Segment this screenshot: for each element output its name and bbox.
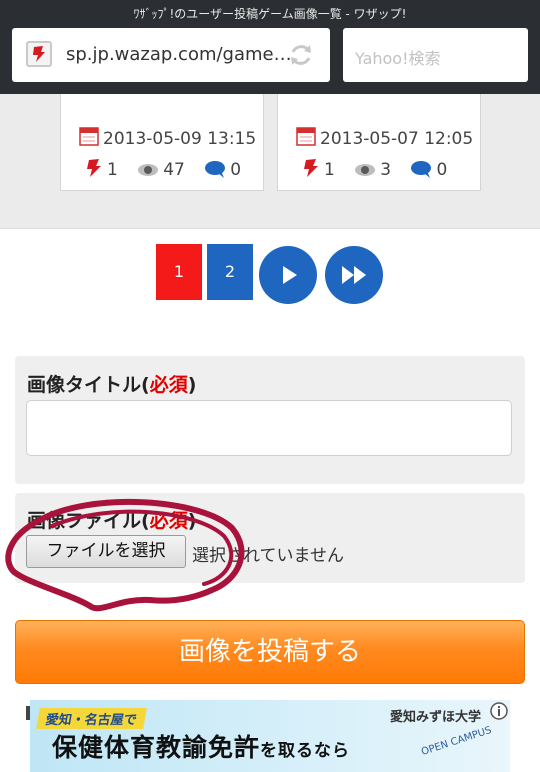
post-date: 2013-05-07 12:05 bbox=[296, 126, 473, 149]
next-page-button[interactable] bbox=[259, 246, 317, 304]
comment-icon bbox=[411, 161, 432, 178]
title-field-group: 画像タイトル(必須) bbox=[15, 356, 525, 484]
post-card[interactable]: 2013-05-07 12:05 1 3 0 bbox=[277, 94, 481, 191]
window-title: ﾜｻﾞｯﾌﾟ!のユーザー投稿ゲーム画像一覧 - ワザップ! bbox=[133, 7, 407, 21]
last-page-button[interactable] bbox=[325, 246, 383, 304]
like-icon bbox=[304, 159, 318, 177]
post-date: 2013-05-09 13:15 bbox=[79, 126, 256, 149]
post-card[interactable]: 2013-05-09 13:15 1 47 0 bbox=[60, 94, 264, 191]
likes-count: 1 bbox=[107, 160, 118, 180]
reload-icon[interactable] bbox=[286, 40, 316, 70]
address-bar[interactable]: sp.jp.wazap.com/game… bbox=[12, 28, 330, 82]
post-stats: 1 47 0 bbox=[85, 158, 255, 180]
views-count: 3 bbox=[380, 160, 392, 180]
likes-stat: 1 bbox=[302, 158, 335, 180]
url-text[interactable]: sp.jp.wazap.com/game… bbox=[66, 44, 292, 65]
comments-count: 0 bbox=[436, 160, 448, 180]
title-label: 画像タイトル(必須) bbox=[27, 374, 197, 396]
ad-campus: OPEN CAMPUS bbox=[420, 724, 493, 759]
ad-info-icon[interactable] bbox=[490, 702, 508, 720]
calendar-icon bbox=[296, 127, 316, 146]
comments-count: 0 bbox=[230, 160, 242, 180]
ad-headline: 保健体育教諭免許を取るなら bbox=[52, 733, 351, 762]
like-icon bbox=[87, 159, 101, 177]
image-title-input[interactable] bbox=[26, 400, 512, 456]
views-stat: 3 bbox=[354, 160, 391, 180]
last-icon bbox=[342, 266, 366, 284]
post-date-text: 2013-05-09 13:15 bbox=[103, 129, 257, 149]
views-count: 47 bbox=[163, 160, 185, 180]
views-stat: 47 bbox=[137, 160, 185, 180]
next-icon bbox=[283, 266, 297, 284]
search-placeholder: Yahoo!検索 bbox=[355, 49, 441, 68]
post-grid: 2013-05-09 13:15 1 47 0 2013-05-07 12:05 bbox=[0, 94, 540, 229]
page-1-button[interactable]: 1 bbox=[156, 244, 202, 300]
browser-chrome: ﾜｻﾞｯﾌﾟ!のユーザー投稿ゲーム画像一覧 - ワザップ! sp.jp.waza… bbox=[0, 0, 540, 94]
eye-icon bbox=[355, 164, 376, 176]
site-favicon-icon bbox=[26, 41, 52, 67]
comments-stat: 0 bbox=[204, 160, 241, 180]
ad-banner[interactable]: 愛知・名古屋で 保健体育教諭免許を取るなら 愛知みずほ大学 OPEN CAMPU… bbox=[30, 700, 510, 772]
post-date-text: 2013-05-07 12:05 bbox=[320, 129, 474, 149]
post-stats: 1 3 0 bbox=[302, 158, 461, 180]
calendar-icon bbox=[79, 127, 99, 146]
ad-university: 愛知みずほ大学 bbox=[390, 710, 482, 725]
comment-icon bbox=[205, 161, 226, 178]
scribble-annotation bbox=[5, 498, 245, 612]
submit-image-button[interactable]: 画像を投稿する bbox=[15, 620, 525, 684]
ad-tagline: 愛知・名古屋で bbox=[36, 708, 147, 729]
likes-stat: 1 bbox=[85, 158, 118, 180]
search-box[interactable]: Yahoo!検索 bbox=[343, 28, 528, 82]
required-mark: 必須 bbox=[149, 374, 188, 396]
comments-stat: 0 bbox=[410, 160, 447, 180]
eye-icon bbox=[138, 164, 159, 176]
page-2-button[interactable]: 2 bbox=[207, 244, 253, 300]
likes-count: 1 bbox=[324, 160, 335, 180]
